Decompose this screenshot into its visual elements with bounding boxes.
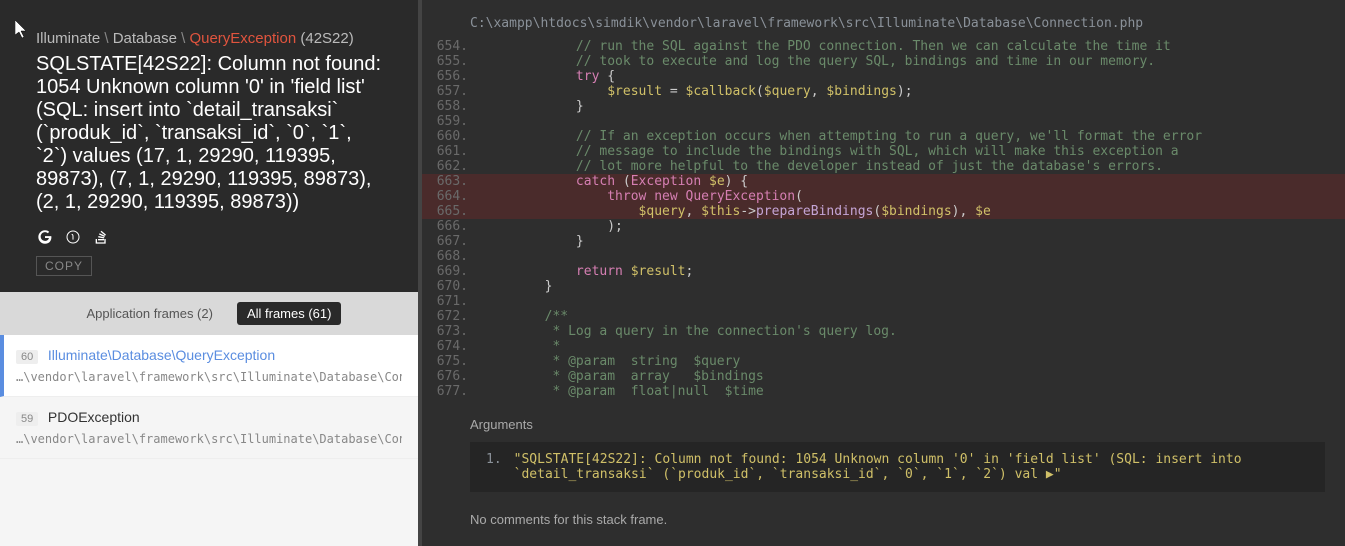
code-line: 677. * @param float|null $time (422, 384, 1345, 399)
frame-path: …\vendor\laravel\framework\src\Illuminat… (16, 370, 402, 384)
tab-all-frames[interactable]: All frames (61) (237, 302, 342, 325)
frame-title: PDOException (48, 409, 140, 425)
frame-comments: No comments for this stack frame. (422, 502, 1345, 537)
code-line: 672. /** (422, 309, 1345, 324)
source-code-viewer[interactable]: 654. // run the SQL against the PDO conn… (422, 39, 1345, 407)
stack-frame[interactable]: 59 PDOException …\vendor\laravel\framewo… (0, 397, 418, 459)
code-line: 657. $result = $callback($query, $bindin… (422, 84, 1345, 99)
exception-code-value: (42S22) (300, 30, 353, 47)
code-line: 669. return $result; (422, 264, 1345, 279)
argument-value: "SQLSTATE[42S22]: Column not found: 1054… (514, 452, 1309, 482)
code-line: 659. (422, 114, 1345, 129)
code-line: 667. } (422, 234, 1345, 249)
breadcrumb-separator: \ (104, 30, 112, 47)
code-line: 676. * @param array $bindings (422, 369, 1345, 384)
copy-button[interactable]: COPY (36, 256, 92, 276)
stack-frames-list[interactable]: 60 Illuminate\Database\QueryException …\… (0, 335, 418, 546)
arguments-section: Arguments 1. "SQLSTATE[42S22]: Column no… (422, 407, 1345, 502)
frame-number: 59 (16, 412, 38, 426)
namespace-part: Illuminate (36, 30, 100, 47)
frame-number: 60 (16, 350, 38, 364)
tab-application-frames[interactable]: Application frames (2) (77, 302, 223, 325)
stack-frame[interactable]: 60 Illuminate\Database\QueryException …\… (0, 335, 418, 397)
code-line: 662. // lot more helpful to the develope… (422, 159, 1345, 174)
code-line: 654. // run the SQL against the PDO conn… (422, 39, 1345, 54)
error-header: Illuminate \ Database \ QueryException (… (0, 0, 418, 292)
error-message: SQLSTATE[42S22]: Column not found: 1054 … (36, 53, 382, 214)
argument-index: 1. (486, 452, 502, 482)
frame-path: …\vendor\laravel\framework\src\Illuminat… (16, 432, 402, 446)
code-line: 658. } (422, 99, 1345, 114)
code-line: 675. * @param string $query (422, 354, 1345, 369)
code-line: 664. throw new QueryException( (422, 189, 1345, 204)
namespace-part: Database (113, 30, 177, 47)
exception-class: QueryException (189, 30, 296, 47)
frame-title: Illuminate\Database\QueryException (48, 347, 275, 363)
stackoverflow-icon[interactable] (92, 228, 110, 246)
arguments-title: Arguments (470, 417, 1325, 432)
code-line: 666. ); (422, 219, 1345, 234)
arguments-box: 1. "SQLSTATE[42S22]: Column not found: 1… (470, 442, 1325, 492)
duckduckgo-icon[interactable] (64, 228, 82, 246)
code-line: 656. try { (422, 69, 1345, 84)
code-line: 665. $query, $this->prepareBindings($bin… (422, 204, 1345, 219)
code-line: 671. (422, 294, 1345, 309)
code-line: 661. // message to include the bindings … (422, 144, 1345, 159)
code-line: 673. * Log a query in the connection's q… (422, 324, 1345, 339)
right-panel: C:\xampp\htdocs\simdik\vendor\laravel\fr… (418, 0, 1345, 546)
exception-breadcrumb: Illuminate \ Database \ QueryException (… (36, 30, 382, 47)
frame-filter-tabs: Application frames (2) All frames (61) (0, 292, 418, 335)
code-line: 663. catch (Exception $e) { (422, 174, 1345, 189)
code-line: 670. } (422, 279, 1345, 294)
source-file-path[interactable]: C:\xampp\htdocs\simdik\vendor\laravel\fr… (422, 0, 1345, 39)
code-line: 668. (422, 249, 1345, 264)
code-line: 655. // took to execute and log the quer… (422, 54, 1345, 69)
google-icon[interactable] (36, 228, 54, 246)
left-panel: Illuminate \ Database \ QueryException (… (0, 0, 418, 546)
code-line: 660. // If an exception occurs when atte… (422, 129, 1345, 144)
code-line: 674. * (422, 339, 1345, 354)
search-icon-row (36, 228, 382, 246)
